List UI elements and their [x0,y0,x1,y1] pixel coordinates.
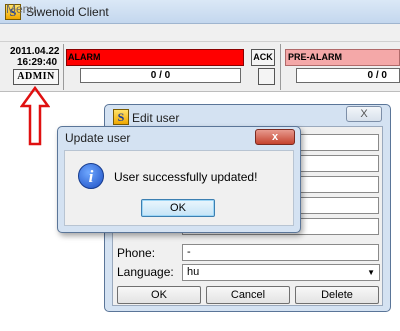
language-value: hu [187,266,200,278]
phone-field[interactable]: - [182,244,379,261]
info-icon: i [78,163,104,189]
divider [63,44,64,90]
app-icon: S [113,109,129,125]
delete-button[interactable]: Delete [295,286,379,304]
window-title: Siwenoid Client [26,5,109,19]
ack-checkbox[interactable] [258,68,275,85]
dialog-title: Update user [65,131,131,145]
status-time: 16:29:40 [17,57,58,68]
status-date: 2011.04.22 [10,46,60,57]
menu-bar [0,24,400,42]
ok-button[interactable]: OK [141,199,215,217]
menu-item[interactable]: Menu [6,2,36,16]
ack-button[interactable]: ACK [251,49,275,66]
edit-user-title: Edit user [132,111,180,125]
alarm-count: 0 / 0 [80,68,241,83]
close-button[interactable]: X [346,106,382,122]
phone-label: Phone: [117,246,156,260]
arrow-up-icon [20,86,50,146]
user-button[interactable]: ADMIN [13,69,59,85]
divider [280,44,281,90]
alarm-label: ALARM [68,52,101,62]
chevron-down-icon: ▼ [367,268,375,277]
prealarm-count: 0 / 0 [296,68,400,83]
ok-button[interactable]: OK [117,286,201,304]
language-label: Language: [117,265,174,279]
close-button[interactable]: x [255,129,295,145]
prealarm-label: PRE-ALARM [288,52,342,62]
dialog-message: User successfully updated! [114,170,258,184]
cancel-button[interactable]: Cancel [206,286,290,304]
language-select[interactable]: hu ▼ [182,264,380,281]
